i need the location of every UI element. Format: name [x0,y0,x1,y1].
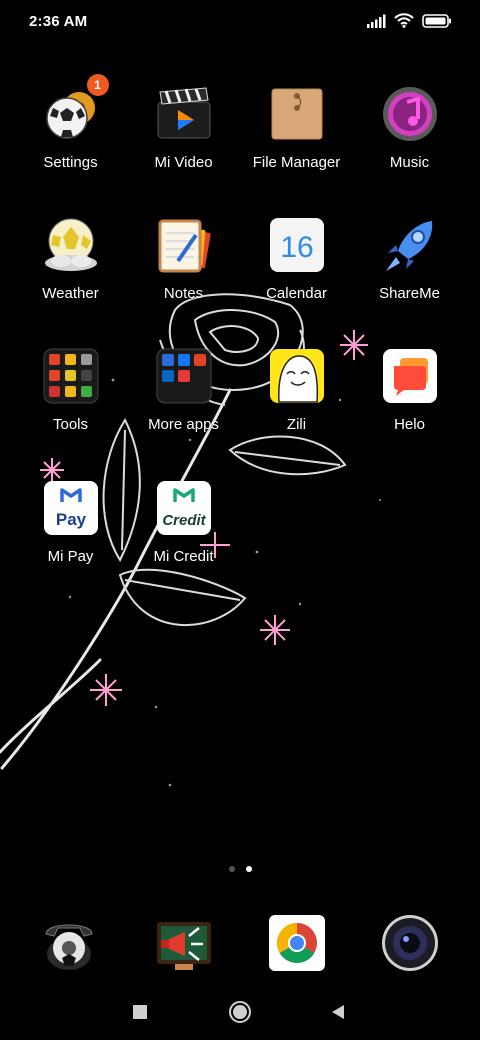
app-zili[interactable]: Zili [240,348,353,433]
app-label: Helo [394,416,425,433]
weather-icon [44,218,97,271]
home-button[interactable] [210,990,270,1034]
app-file-manager[interactable]: File Manager [240,86,353,171]
app-helo[interactable]: Helo [353,348,466,433]
dock [0,914,480,972]
camera-icon [381,915,438,971]
mi-video-icon [157,87,210,139]
app-label: ShareMe [379,285,440,302]
app-label: File Manager [252,154,341,171]
app-label: More apps [148,416,219,433]
dock-messages[interactable] [127,914,240,972]
app-label: Mi Pay [47,548,94,565]
page-dot-active[interactable] [245,866,252,872]
calendar-day: 16 [280,231,313,264]
phone-icon [44,924,93,970]
app-notes[interactable]: Notes [127,217,240,302]
mi-pay-wordmark: Pay [55,510,86,529]
home-icon [229,1001,251,1023]
calendar-icon: 16 [269,218,324,272]
shareme-icon [385,221,432,271]
dock-phone[interactable] [12,914,125,972]
status-bar: 2:36 AM [0,0,480,44]
app-tools[interactable]: Tools [14,348,127,433]
navigation-bar [0,990,480,1034]
app-label: Weather [42,285,99,302]
wifi-icon [394,13,414,28]
music-icon [382,87,437,141]
zili-icon [269,349,324,403]
helo-icon [382,349,437,403]
app-calendar[interactable]: 16 Calendar [240,217,353,302]
app-label: Calendar [266,285,327,302]
battery-icon [422,13,451,28]
messages-icon [156,922,211,970]
app-label: Mi Video [154,154,213,171]
recents-button[interactable] [110,990,170,1034]
app-label: Settings [43,154,98,171]
settings-icon [45,92,95,139]
app-label: Zili [286,416,307,433]
recents-icon [133,1005,147,1019]
app-label: Tools [52,416,89,433]
signal-icon [367,14,386,28]
dock-chrome[interactable] [240,914,353,972]
status-icons [366,13,452,28]
app-more-apps[interactable]: More apps [127,348,240,433]
dock-camera[interactable] [353,914,466,972]
page-indicator [0,866,480,872]
app-label: Notes [163,285,204,302]
app-mi-pay[interactable]: Pay Mi Pay [14,480,127,565]
chrome-icon [268,915,325,971]
page-dot[interactable] [228,866,235,872]
tools-folder-icon [43,348,98,404]
mi-credit-icon: Credit [156,481,211,535]
notes-icon [158,219,211,273]
app-settings[interactable]: 1 Settings [14,74,127,171]
app-label: Music [389,154,430,171]
app-music[interactable]: Music [353,86,466,171]
mi-pay-icon: Pay [43,481,98,535]
app-weather[interactable]: Weather [14,217,127,302]
notification-badge: 1 [86,74,109,96]
app-mi-credit[interactable]: Credit Mi Credit [127,480,240,565]
back-icon [332,1005,344,1019]
status-time: 2:36 AM [29,13,88,30]
more-apps-folder-icon [156,348,211,404]
file-manager-icon [271,88,322,140]
app-shareme[interactable]: ShareMe [353,217,466,302]
back-button[interactable] [308,990,368,1034]
app-label: Mi Credit [153,548,214,565]
mi-credit-wordmark: Credit [162,512,206,529]
app-mi-video[interactable]: Mi Video [127,86,240,171]
